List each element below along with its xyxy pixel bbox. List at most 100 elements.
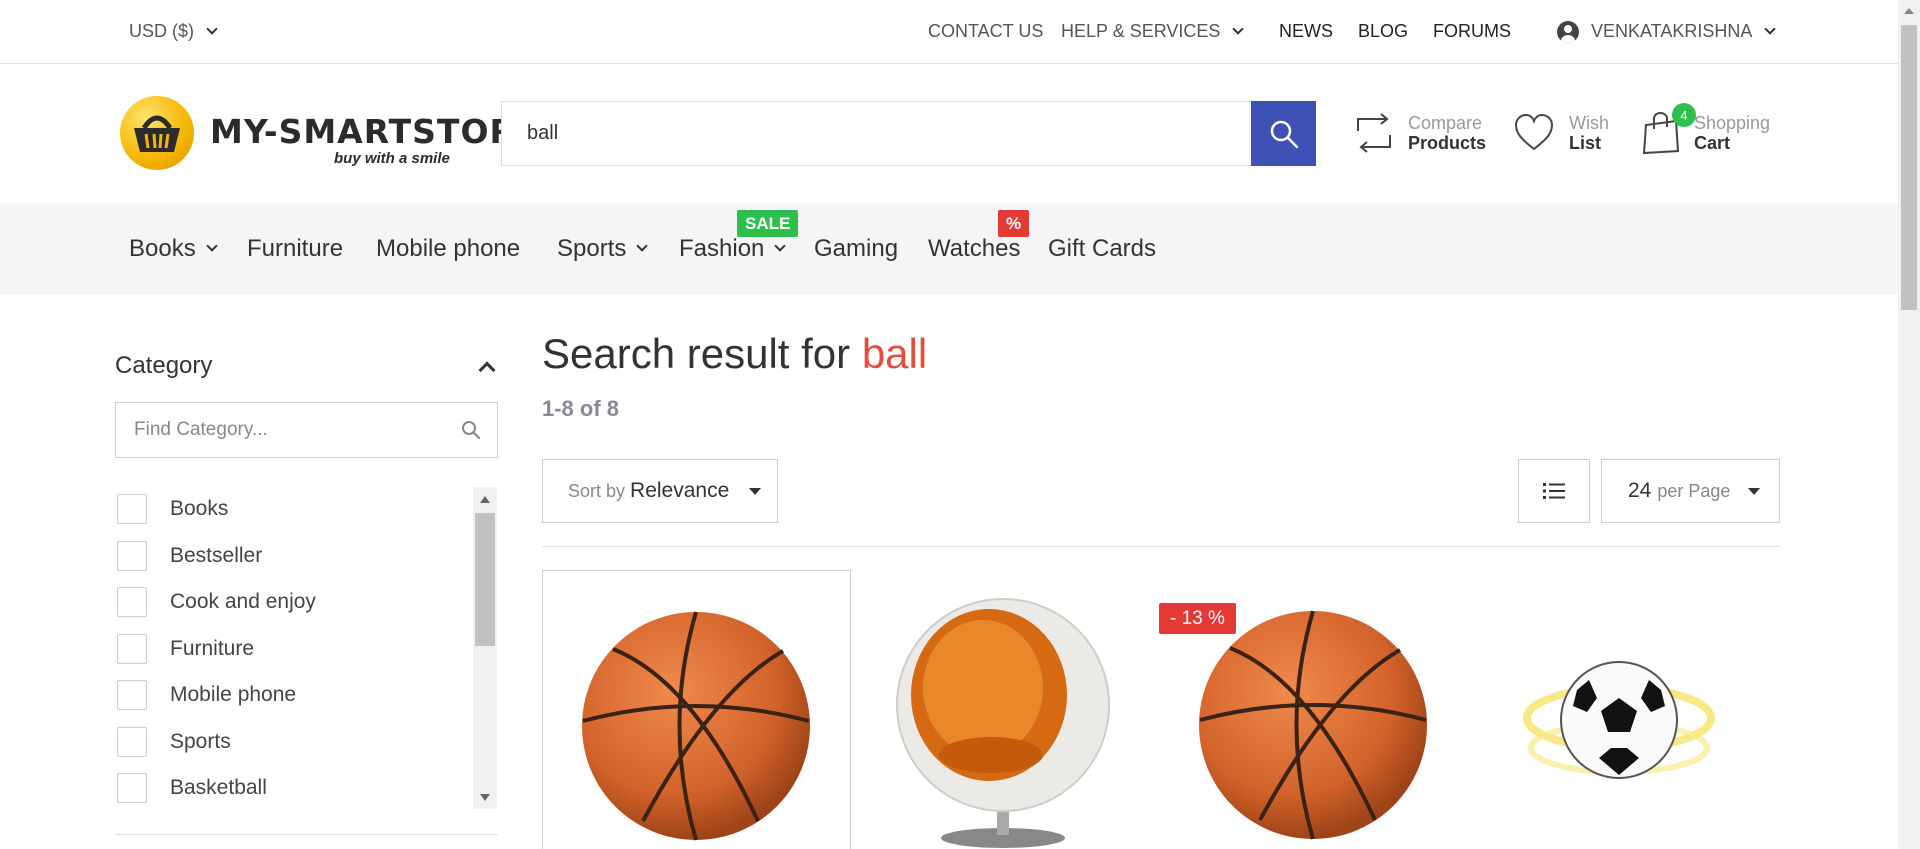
help-services-menu[interactable]: HELP & SERVICES: [1061, 0, 1245, 63]
news-link[interactable]: NEWS: [1279, 0, 1333, 63]
category-checkbox[interactable]: [117, 541, 147, 571]
sort-dropdown[interactable]: Sort by Relevance: [542, 459, 778, 523]
nav-item-sports[interactable]: Sports: [557, 203, 649, 294]
discount-badge: - 13 %: [1159, 603, 1236, 634]
category-checkbox[interactable]: [117, 587, 147, 617]
shopping-cart-link[interactable]: 4 Shopping Cart: [1642, 103, 1770, 158]
result-query: ball: [861, 330, 928, 377]
chevron-down-icon: [206, 23, 218, 35]
nav-item-gaming[interactable]: Gaming: [814, 203, 898, 294]
cart-count-badge: 4: [1672, 103, 1696, 127]
heart-icon: [1514, 113, 1554, 151]
per-page-dropdown[interactable]: 24 per Page: [1601, 459, 1780, 523]
list-view-button[interactable]: [1518, 459, 1590, 523]
compare-products-link[interactable]: Compare Products: [1354, 108, 1486, 158]
category-item-cook-and-enjoy[interactable]: Cook and enjoy: [115, 582, 316, 622]
category-search-input[interactable]: [116, 403, 436, 457]
scroll-up-arrow-icon[interactable]: [480, 496, 490, 503]
cart-icon-wrap: 4: [1642, 103, 1696, 155]
contact-us-link[interactable]: CONTACT US: [928, 0, 1043, 63]
basket-logo-icon: [120, 96, 194, 170]
caret-down-icon: [749, 487, 762, 495]
category-search: [115, 402, 498, 458]
chevron-up-icon[interactable]: [478, 361, 496, 379]
category-item-basketball[interactable]: Basketball: [115, 768, 267, 808]
help-services-label: HELP & SERVICES: [1061, 21, 1221, 41]
category-item-furniture[interactable]: Furniture: [115, 629, 254, 669]
sort-prefix: Sort by: [568, 480, 626, 501]
compare-label-small: Compare: [1408, 113, 1483, 133]
nav-label: Sports: [557, 234, 627, 262]
caret-down-icon: [1748, 487, 1761, 495]
blog-label: BLOG: [1358, 21, 1409, 41]
product-card[interactable]: [542, 570, 851, 849]
store-logo[interactable]: MY-SMARTSTORE buy with a smile: [120, 96, 538, 172]
soccer-ball-image: [1523, 661, 1715, 779]
forums-label: FORUMS: [1433, 21, 1511, 41]
category-item-books[interactable]: Books: [115, 489, 228, 529]
user-name: VENKATAKRISHNA: [1591, 21, 1753, 41]
blog-link[interactable]: BLOG: [1358, 0, 1408, 63]
logo-title: MY-SMARTSTORE: [210, 112, 540, 151]
compare-label: Products: [1408, 133, 1487, 153]
product-card[interactable]: [1469, 570, 1778, 849]
chevron-down-icon: [1232, 23, 1245, 35]
nav-label: Books: [129, 234, 196, 262]
chevron-down-icon: [636, 240, 649, 252]
category-item-mobile-phone[interactable]: Mobile phone: [115, 675, 296, 715]
contact-us-label: CONTACT US: [928, 21, 1044, 41]
category-label: Basketball: [170, 776, 267, 799]
category-checkbox[interactable]: [117, 680, 147, 710]
result-title-prefix: Search result for: [542, 330, 851, 377]
category-label: Cook and enjoy: [170, 590, 316, 613]
search-button[interactable]: [1251, 101, 1316, 166]
currency-label: USD ($): [129, 21, 195, 41]
list-icon: [1543, 483, 1565, 499]
chevron-down-icon: [206, 240, 218, 252]
search-bar: [501, 101, 1316, 166]
category-item-bestseller[interactable]: Bestseller: [115, 536, 262, 576]
currency-selector[interactable]: USD ($): [129, 0, 218, 63]
category-label: Bestseller: [170, 544, 263, 567]
sale-badge: SALE: [737, 210, 799, 237]
category-checkbox[interactable]: [117, 727, 147, 757]
nav-item-books[interactable]: Books: [129, 203, 218, 294]
wishlist-label-small: Wish: [1569, 113, 1609, 133]
wishlist-link[interactable]: Wish List: [1513, 108, 1609, 158]
news-label: NEWS: [1279, 21, 1333, 41]
chevron-down-icon: [1764, 23, 1777, 35]
compare-icon: [1357, 113, 1391, 153]
wishlist-label: List: [1569, 133, 1602, 153]
category-heading: Category: [115, 352, 213, 379]
nav-label: Gaming: [814, 234, 899, 262]
nav-label: Furniture: [247, 234, 344, 262]
chevron-down-icon: [774, 240, 787, 252]
top-bar: USD ($) CONTACT US HELP & SERVICES NEWS …: [0, 0, 1898, 64]
nav-item-mobile-phone[interactable]: Mobile phone: [376, 203, 520, 294]
search-result-title: Search result for ball: [542, 330, 927, 378]
category-checkbox[interactable]: [117, 773, 147, 803]
product-card[interactable]: [851, 570, 1160, 849]
scroll-up-arrow-icon[interactable]: [1904, 8, 1914, 14]
results-divider: [542, 546, 1780, 547]
sidebar-divider: [115, 834, 498, 835]
category-scrollbar[interactable]: [473, 487, 497, 809]
user-menu[interactable]: VENKATAKRISHNA: [1557, 0, 1777, 63]
category-item-sports[interactable]: Sports: [115, 722, 231, 762]
search-icon: [462, 421, 481, 440]
scroll-down-arrow-icon[interactable]: [480, 794, 490, 801]
nav-label: Mobile phone: [376, 234, 521, 262]
nav-item-furniture[interactable]: Furniture: [247, 203, 343, 294]
category-checkbox[interactable]: [117, 494, 147, 524]
category-checkbox[interactable]: [117, 634, 147, 664]
nav-label: Gift Cards: [1048, 234, 1157, 262]
scrollbar-thumb[interactable]: [475, 513, 495, 646]
search-input[interactable]: [502, 102, 1252, 165]
page-scrollbar-thumb[interactable]: [1901, 25, 1917, 310]
user-icon: [1557, 20, 1579, 43]
cart-label: Cart: [1694, 133, 1731, 153]
nav-item-gift-cards[interactable]: Gift Cards: [1048, 203, 1156, 294]
category-label: Furniture: [170, 637, 255, 660]
page-scrollbar[interactable]: [1898, 0, 1920, 849]
forums-link[interactable]: FORUMS: [1433, 0, 1511, 63]
